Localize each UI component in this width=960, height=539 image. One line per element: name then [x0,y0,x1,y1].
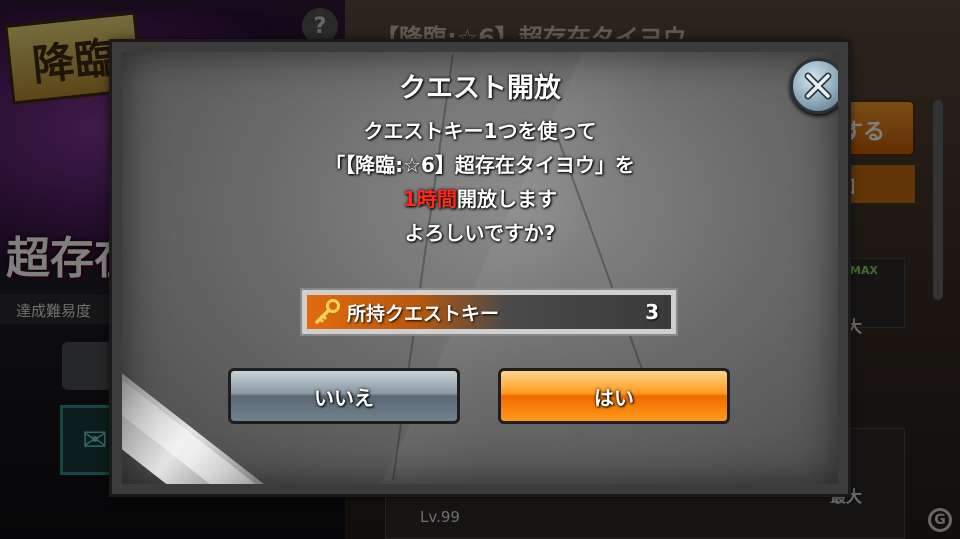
message-line: 「【降臨:☆6】超存在タイヨウ」を [325,153,635,177]
key-bar-label: 所持クエストキー [347,302,500,325]
yes-button[interactable]: はい [498,368,730,424]
close-icon [804,72,832,100]
message-text: 開放します [456,187,557,211]
key-icon [315,299,340,324]
key-count: 3 [645,300,659,324]
dialog-title: クエスト開放 [399,73,561,104]
owned-quest-key-bar: 所持クエストキー 3 [300,288,678,336]
message-line: 1時間開放します [122,182,838,216]
key-bar-inner: 所持クエストキー 3 [307,295,671,329]
close-button[interactable] [790,58,838,114]
message-line: クエストキー1つを使って [363,119,597,143]
duration-highlight: 1時間 [403,187,457,211]
no-button[interactable]: いいえ [228,368,460,424]
quest-unlock-dialog: クエスト開放 クエストキー1つを使って 「【降臨:☆6】超存在タイヨウ」を 1時… [109,39,851,497]
message-line: よろしいですか? [404,221,556,245]
dialog-message: クエストキー1つを使って 「【降臨:☆6】超存在タイヨウ」を 1時間開放します … [122,114,838,250]
